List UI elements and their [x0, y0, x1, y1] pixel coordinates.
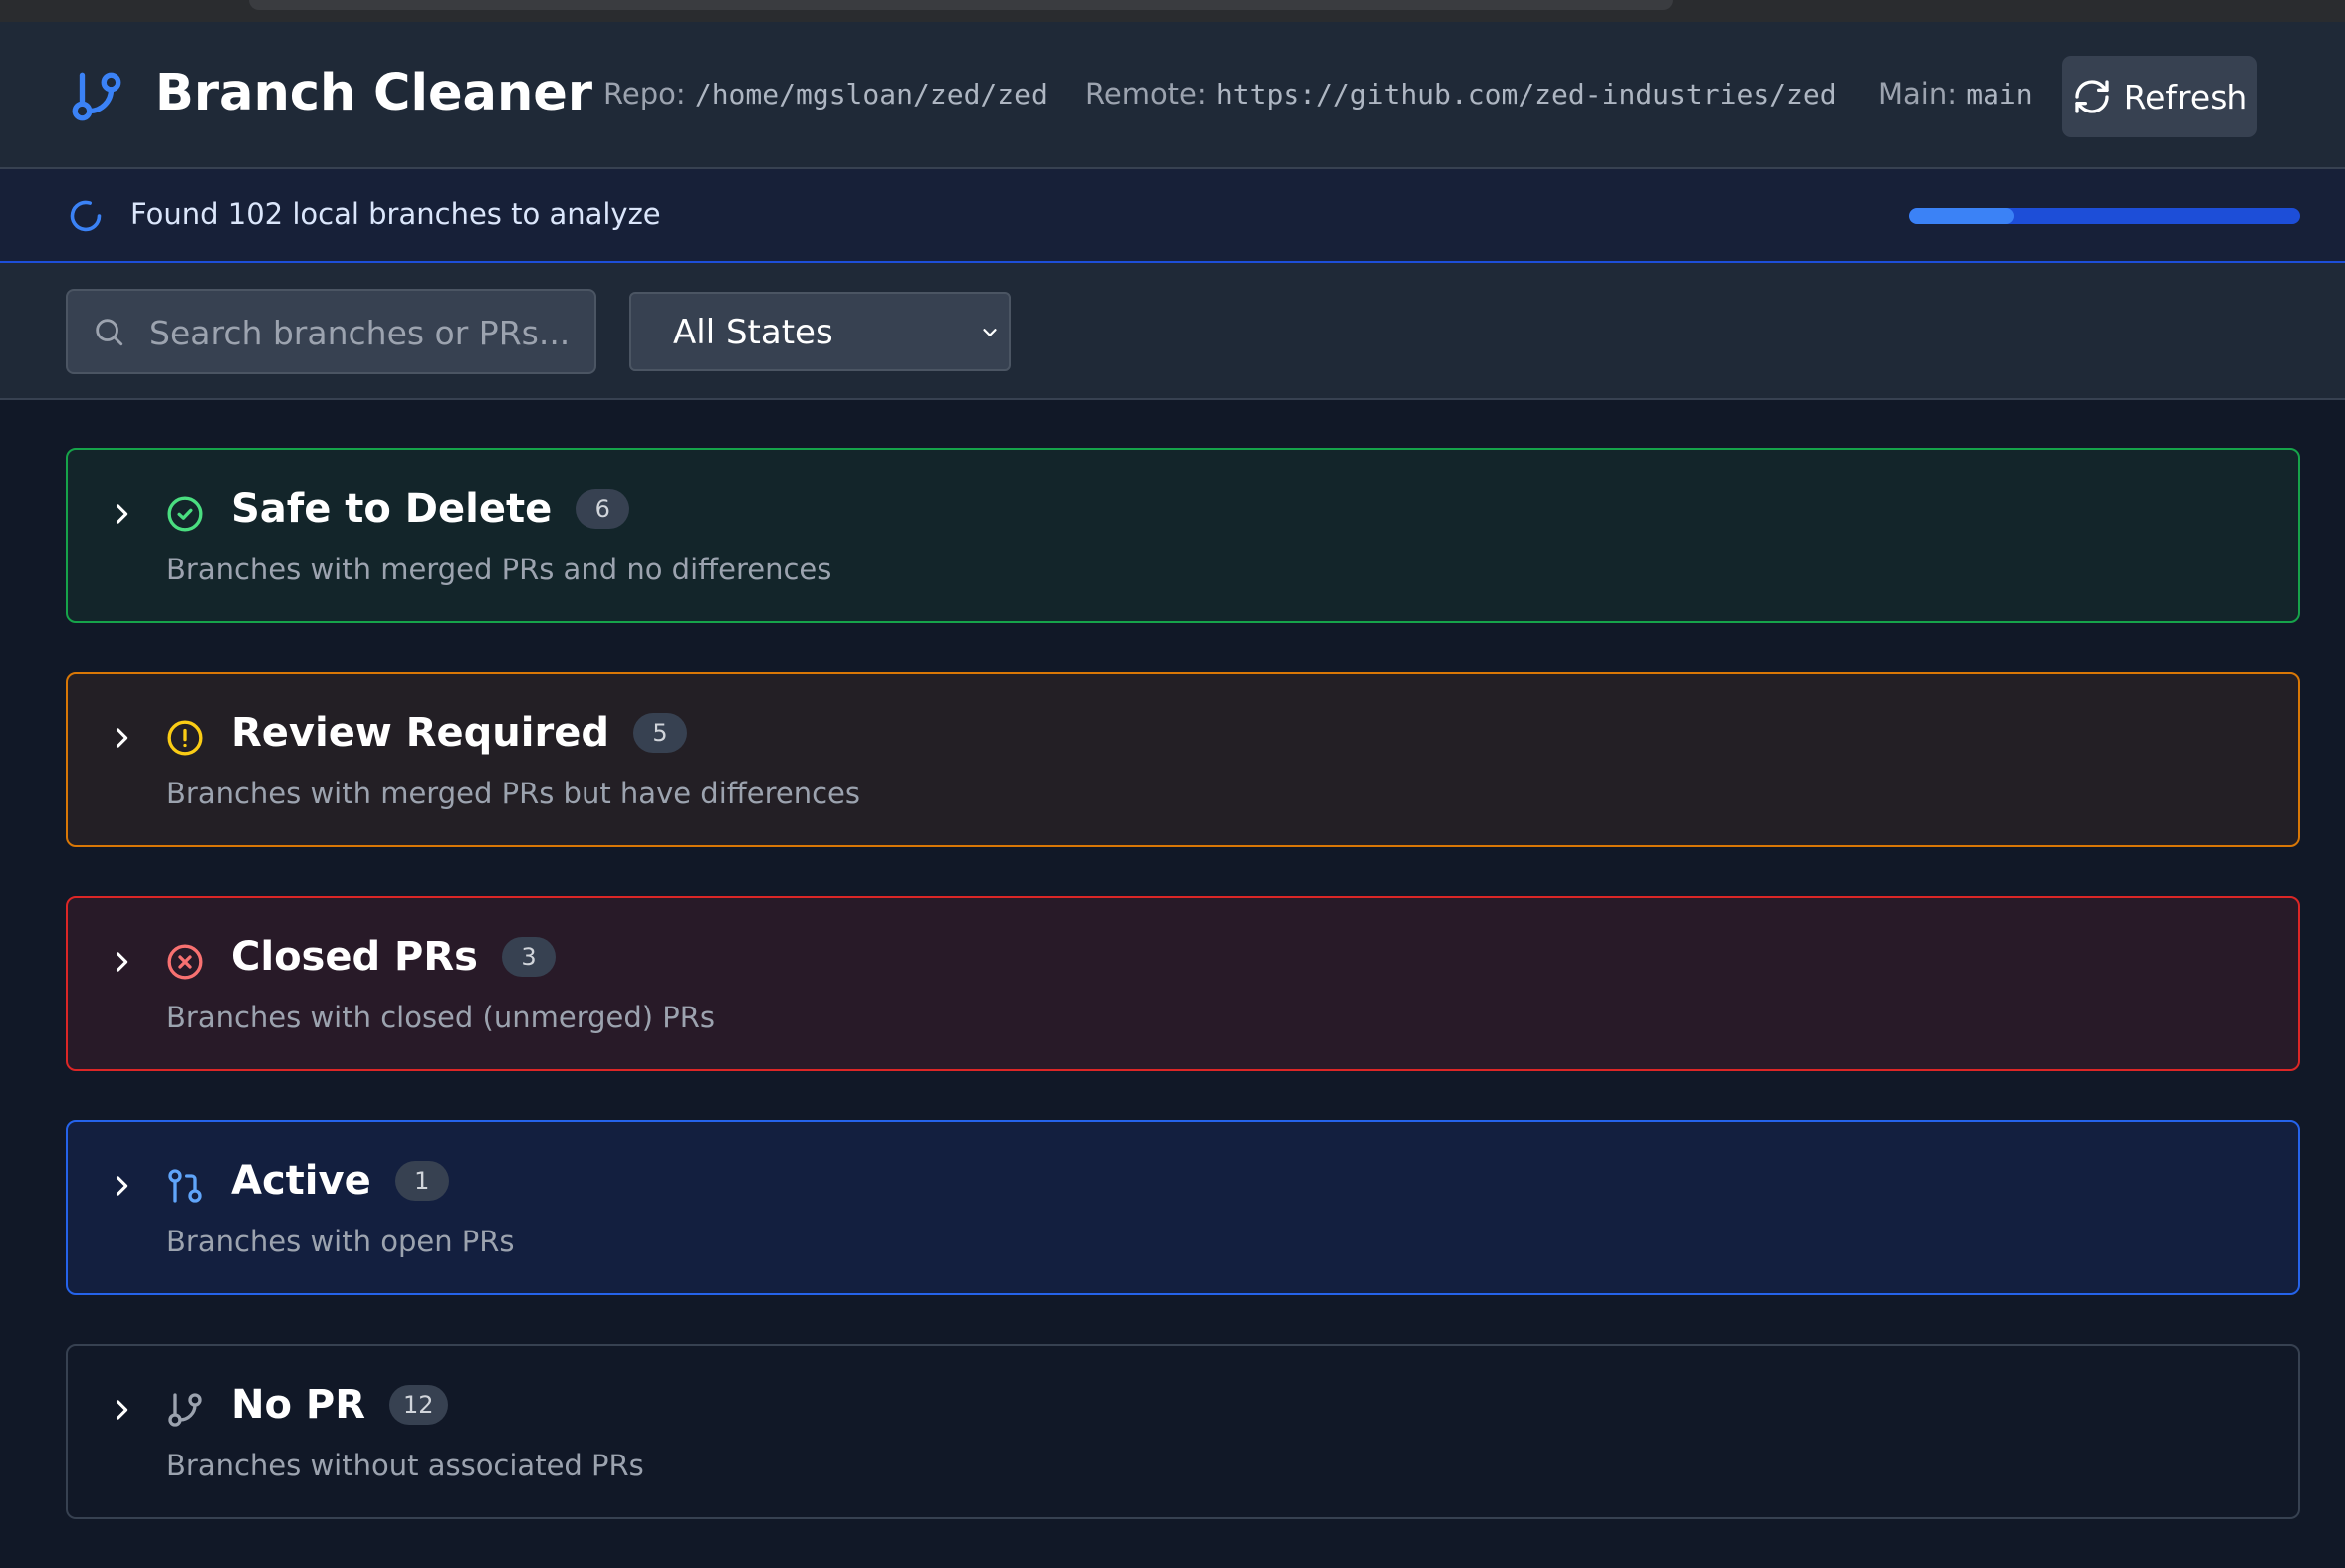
count-badge: 5 — [632, 713, 687, 753]
x-circle-icon — [167, 944, 203, 980]
status-bar: Found 102 local branches to analyze — [0, 169, 2345, 263]
progress-bar — [1909, 208, 2300, 224]
remote-info: Remote: https://github.com/zed-industrie… — [1085, 77, 1837, 111]
group-no-pr[interactable]: No PR 12 Branches without associated PRs — [66, 1344, 2300, 1519]
main-label: Main: — [1878, 77, 1957, 111]
branch-groups: Safe to Delete 6 Branches with merged PRs … — [66, 448, 2300, 1568]
chevron-right-icon[interactable] — [108, 1396, 135, 1424]
spinner-icon — [70, 200, 102, 232]
chevron-right-icon[interactable] — [108, 724, 135, 752]
search-box — [66, 289, 596, 374]
group-header: Safe to Delete 6 — [231, 486, 630, 532]
state-filter-value: All States — [673, 313, 833, 352]
state-filter-select[interactable]: All States — [629, 292, 1011, 371]
chevron-right-icon[interactable] — [108, 948, 135, 976]
group-description: Branches with closed (unmerged) PRs — [166, 1001, 716, 1034]
count-badge: 3 — [501, 937, 556, 977]
group-header: Review Required 5 — [231, 710, 687, 756]
group-description: Branches without associated PRs — [166, 1449, 644, 1482]
group-description: Branches with merged PRs and no differen… — [166, 553, 832, 586]
group-safe-to-delete[interactable]: Safe to Delete 6 Branches with merged PRs … — [66, 448, 2300, 623]
group-title: Safe to Delete — [231, 486, 553, 532]
group-description: Branches with open PRs — [166, 1225, 515, 1258]
progress-fill — [1909, 208, 2015, 224]
filter-bar: All States — [0, 263, 2345, 400]
count-badge: 1 — [394, 1161, 449, 1201]
group-description: Branches with merged PRs but have differ… — [166, 777, 860, 810]
repo-info: Repo: /home/mgsloan/zed/zed — [603, 77, 1048, 111]
chevron-right-icon[interactable] — [108, 1172, 135, 1200]
remote-label: Remote: — [1085, 77, 1207, 111]
group-title: Active — [231, 1158, 371, 1204]
refresh-button[interactable]: Refresh — [2062, 56, 2257, 137]
git-pull-request-icon — [168, 1169, 202, 1203]
group-header: No PR 12 — [231, 1382, 448, 1428]
group-title: No PR — [231, 1382, 365, 1428]
group-review-required[interactable]: Review Required 5 Branches with merged PRs… — [66, 672, 2300, 847]
refresh-label: Refresh — [2123, 77, 2248, 116]
group-header: Closed PRs 3 — [231, 934, 556, 980]
group-title: Closed PRs — [231, 934, 478, 980]
main-branch: main — [1966, 78, 2033, 111]
chevron-down-icon — [983, 329, 997, 336]
refresh-icon — [2075, 80, 2109, 113]
repo-path: /home/mgsloan/zed/zed — [694, 78, 1048, 111]
main-info: Main: main — [1878, 77, 2033, 111]
group-closed-prs[interactable]: Closed PRs 3 Branches with closed (unmerge… — [66, 896, 2300, 1071]
group-title: Review Required — [231, 710, 609, 756]
group-header: Active 1 — [231, 1158, 449, 1204]
check-circle-icon — [167, 496, 203, 532]
count-badge: 6 — [576, 489, 630, 529]
chevron-right-icon[interactable] — [108, 500, 135, 528]
alert-circle-icon — [167, 720, 203, 756]
app-header: Branch Cleaner Repo: /home/mgsloan/zed/z… — [0, 22, 2345, 169]
browser-top-strip — [0, 0, 2345, 22]
repo-label: Repo: — [603, 77, 686, 111]
search-input[interactable] — [147, 291, 589, 374]
git-branch-icon — [168, 1393, 202, 1427]
search-icon — [96, 319, 123, 346]
browser-tab-shape — [249, 0, 1673, 10]
git-branch-icon — [72, 72, 121, 121]
status-text: Found 102 local branches to analyze — [130, 197, 661, 231]
count-badge: 12 — [389, 1385, 448, 1425]
app-title: Branch Cleaner — [155, 64, 593, 122]
group-active[interactable]: Active 1 Branches with open PRs — [66, 1120, 2300, 1295]
remote-url: https://github.com/zed-industries/zed — [1215, 78, 1837, 111]
